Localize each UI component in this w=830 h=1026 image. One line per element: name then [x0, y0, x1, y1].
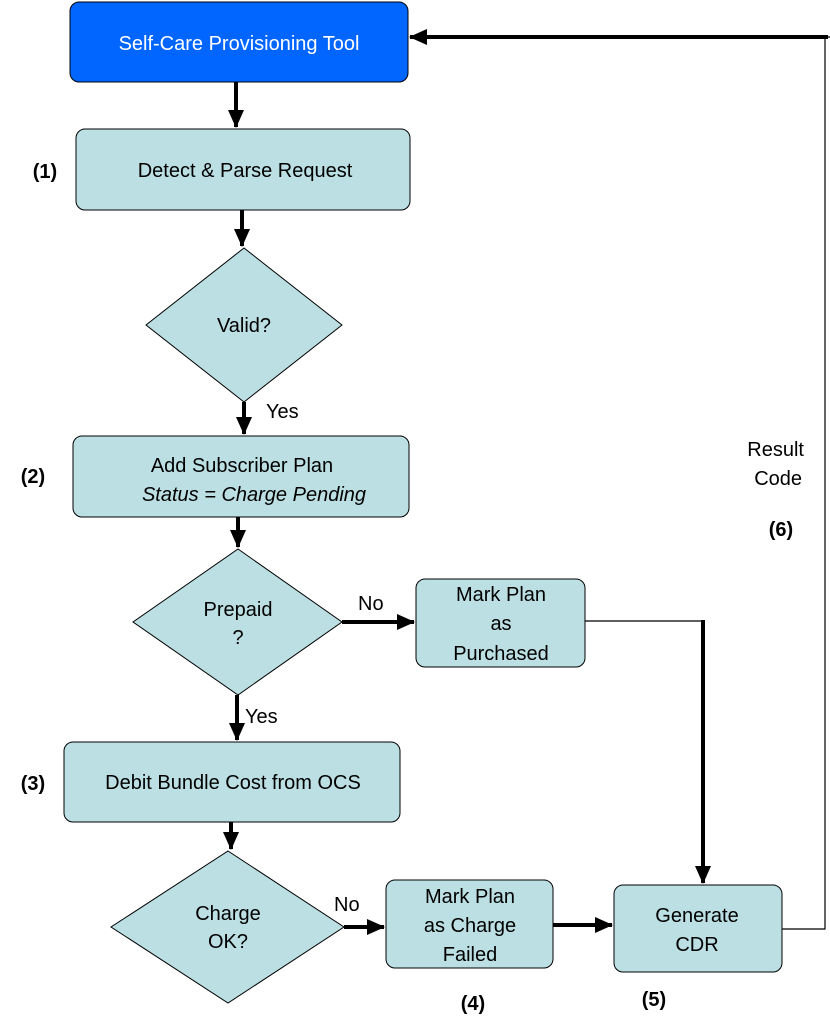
charge-ok-diamond — [110, 850, 345, 1004]
step-4-label: (4) — [461, 993, 485, 1015]
cdr-line2: CDR — [675, 934, 718, 956]
step-1-label: (1) — [33, 161, 57, 183]
node-self-care-tool: Self-Care Provisioning Tool — [69, 1, 409, 83]
flowchart: Self-Care Provisioning Tool Detect & Par… — [21, 1, 830, 1015]
purchased-line3: Purchased — [453, 643, 549, 665]
node-mark-charge-failed: Mark Plan as Charge Failed — [385, 879, 554, 969]
charge-ok-line2: OK? — [208, 931, 248, 953]
step-2-label: (2) — [21, 466, 45, 488]
add-plan-status: Status = Charge Pending — [142, 484, 366, 506]
node-debit-bundle-cost: Debit Bundle Cost from OCS — [63, 741, 401, 823]
result-code-line2: Code — [754, 468, 802, 490]
charge-failed-line3: Failed — [443, 944, 497, 966]
purchased-line2: as — [490, 613, 511, 635]
prepaid-line2: ? — [232, 627, 243, 649]
node-mark-purchased: Mark Plan as Purchased — [415, 578, 586, 668]
node-detect-parse: Detect & Parse Request — [75, 128, 411, 211]
decision-prepaid: Prepaid ? — [132, 548, 343, 696]
prepaid-no-label: No — [358, 593, 384, 615]
start-label: Self-Care Provisioning Tool — [119, 33, 360, 55]
prepaid-yes-label: Yes — [245, 706, 278, 728]
prepaid-diamond — [132, 548, 343, 696]
decision-valid: Valid? — [145, 247, 343, 403]
prepaid-line1: Prepaid — [204, 599, 273, 621]
decision-charge-ok: Charge OK? — [110, 850, 345, 1004]
step-6-label: (6) — [769, 519, 793, 541]
node-generate-cdr: Generate CDR — [613, 884, 783, 973]
cdr-line1: Generate — [655, 905, 738, 927]
node-add-subscriber-plan: Add Subscriber Plan Status = Charge Pend… — [72, 435, 410, 518]
charge-failed-line2: as Charge — [424, 915, 516, 937]
add-plan-line1: Add Subscriber Plan — [151, 455, 333, 477]
step-3-label: (3) — [21, 773, 45, 795]
purchased-line1: Mark Plan — [456, 584, 546, 606]
valid-yes-label: Yes — [266, 401, 299, 423]
step-5-label: (5) — [642, 989, 666, 1011]
detect-label: Detect & Parse Request — [138, 160, 353, 182]
charge-ok-no-label: No — [334, 894, 360, 916]
debit-label: Debit Bundle Cost from OCS — [105, 772, 361, 794]
result-code-line1: Result — [747, 439, 804, 461]
valid-label: Valid? — [217, 315, 271, 337]
charge-ok-line1: Charge — [195, 903, 261, 925]
cdr-box — [613, 884, 783, 973]
charge-failed-line1: Mark Plan — [425, 886, 515, 908]
